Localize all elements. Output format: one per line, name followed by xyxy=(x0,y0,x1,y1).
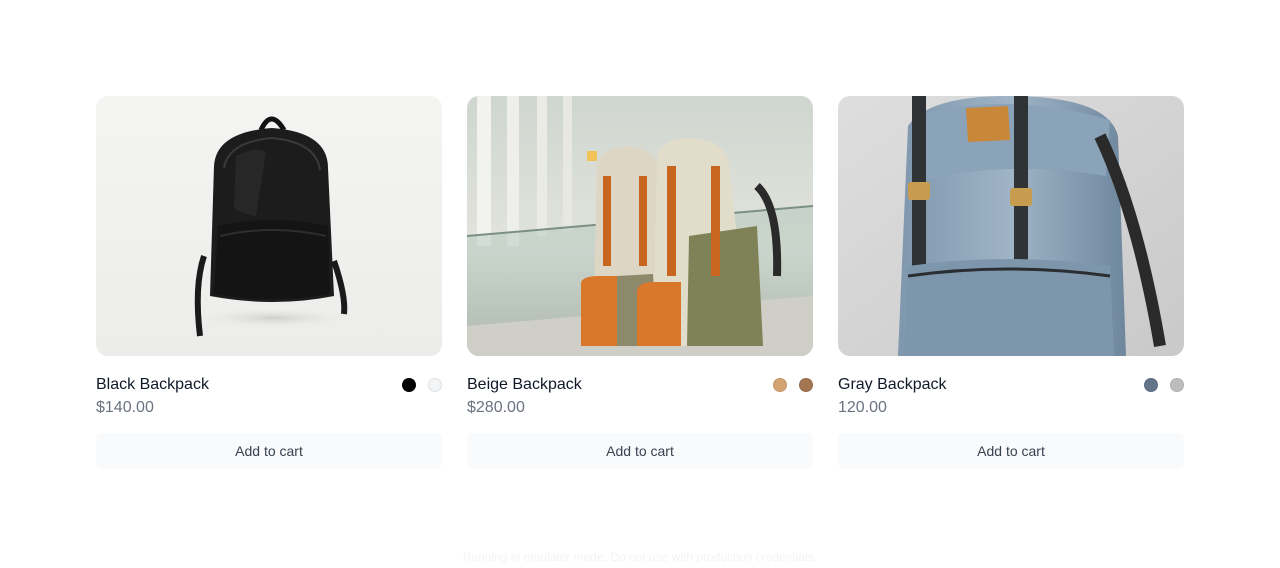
color-swatch-black[interactable] xyxy=(402,378,416,392)
color-swatch-white[interactable] xyxy=(428,378,442,392)
black-backpack-image xyxy=(96,96,442,356)
gray-backpack-image xyxy=(838,96,1184,356)
color-swatch-gray[interactable] xyxy=(1170,378,1184,392)
product-info-row: Black Backpack xyxy=(96,375,442,395)
beige-backpack-image xyxy=(467,96,813,356)
product-price: 120.00 xyxy=(838,399,887,416)
product-name[interactable]: Gray Backpack xyxy=(838,376,946,394)
color-swatch-tan[interactable] xyxy=(773,378,787,392)
product-info-row: Beige Backpack xyxy=(467,375,813,395)
add-to-cart-button[interactable]: Add to cart xyxy=(96,433,442,469)
product-name[interactable]: Beige Backpack xyxy=(467,376,582,394)
add-to-cart-button[interactable]: Add to cart xyxy=(467,433,813,469)
color-swatch-brown[interactable] xyxy=(799,378,813,392)
product-price: $140.00 xyxy=(96,399,154,416)
emulator-warning-note: Running in emulator mode. Do not use wit… xyxy=(462,550,818,564)
color-swatches xyxy=(402,378,442,392)
product-info-row: Gray Backpack xyxy=(838,375,1184,395)
product-card-beige-backpack: Beige Backpack $280.00 Add to cart xyxy=(467,96,813,469)
product-name[interactable]: Black Backpack xyxy=(96,376,209,394)
color-swatch-slate[interactable] xyxy=(1144,378,1158,392)
product-price: $280.00 xyxy=(467,399,525,416)
product-grid: Black Backpack $140.00 Add to cart Beige… xyxy=(96,96,1184,469)
color-swatches xyxy=(773,378,813,392)
add-to-cart-button[interactable]: Add to cart xyxy=(838,433,1184,469)
color-swatches xyxy=(1144,378,1184,392)
product-card-black-backpack: Black Backpack $140.00 Add to cart xyxy=(96,96,442,469)
product-image-gray-backpack[interactable] xyxy=(838,96,1184,356)
product-card-gray-backpack: Gray Backpack 120.00 Add to cart xyxy=(838,96,1184,469)
product-image-beige-backpack[interactable] xyxy=(467,96,813,356)
product-image-black-backpack[interactable] xyxy=(96,96,442,356)
